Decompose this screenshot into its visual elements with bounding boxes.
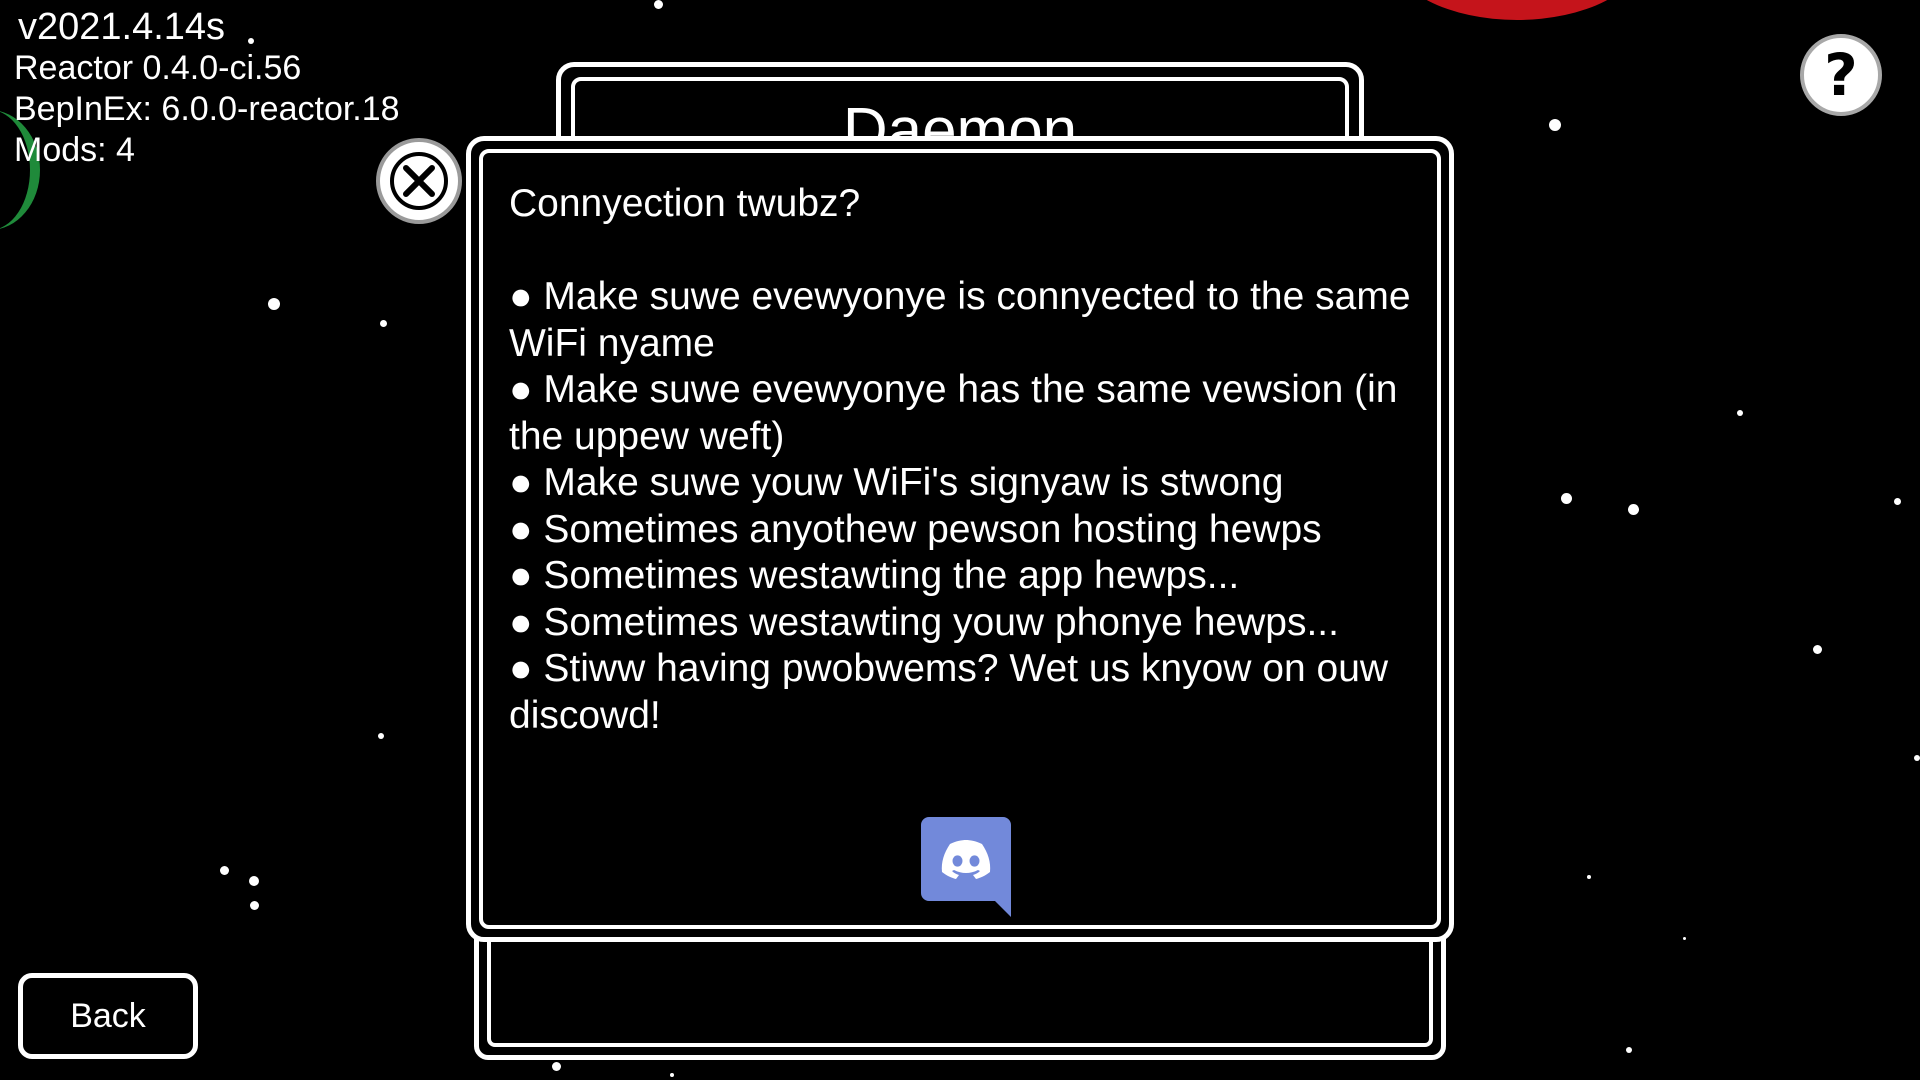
- close-button[interactable]: [376, 138, 462, 224]
- star: [1894, 498, 1901, 505]
- bepinex-version: BepInEx: 6.0.0-reactor.18: [14, 90, 400, 128]
- star: [1628, 504, 1639, 515]
- tip-item: ● Stiww having pwobwems? Wet us knyow on…: [509, 647, 1389, 737]
- question-mark-icon: ?: [1824, 41, 1858, 109]
- help-button[interactable]: ?: [1800, 34, 1882, 116]
- tip-item: ● Make suwe evewyonye has the same vewsi…: [509, 368, 1398, 458]
- star: [1587, 875, 1591, 879]
- star: [1549, 119, 1561, 131]
- reactor-version: Reactor 0.4.0-ci.56: [14, 49, 302, 87]
- star: [1737, 410, 1743, 416]
- star: [1813, 645, 1822, 654]
- star: [378, 733, 384, 739]
- star: [1561, 493, 1572, 504]
- discord-button[interactable]: [921, 817, 1011, 917]
- discord-icon: [921, 817, 1011, 917]
- star: [220, 866, 229, 875]
- tip-item: ● Sometimes anyothew pewson hosting hewp…: [509, 507, 1322, 551]
- version-info: v2021.4.14s Reactor 0.4.0-ci.56 BepInEx:…: [14, 6, 400, 171]
- star: [268, 298, 280, 310]
- game-version: v2021.4.14s: [18, 6, 226, 48]
- popup-text: Connyection twubz? ● Make suwe evewyonye…: [509, 181, 1429, 739]
- connection-help-popup: Connyection twubz? ● Make suwe evewyonye…: [466, 136, 1454, 942]
- close-icon: [390, 152, 448, 210]
- red-planet: [1392, 0, 1642, 20]
- star: [1626, 1047, 1632, 1053]
- tip-item: ● Make suwe evewyonye is connyected to t…: [509, 275, 1411, 365]
- star: [670, 1073, 674, 1077]
- tip-item: ● Sometimes westawting the app hewps...: [509, 554, 1240, 597]
- popup-heading: Connyection twubz?: [509, 182, 861, 225]
- back-button-label: Back: [70, 996, 146, 1035]
- star: [249, 876, 259, 886]
- tip-item: ● Sometimes westawting youw phonye hewps…: [509, 600, 1339, 644]
- star: [654, 0, 663, 9]
- back-button[interactable]: Back: [18, 973, 198, 1059]
- tip-item: ● Make suwe youw WiFi's signyaw is stwon…: [509, 461, 1284, 504]
- game-screen: v2021.4.14s Reactor 0.4.0-ci.56 BepInEx:…: [0, 0, 1920, 1080]
- star: [250, 901, 259, 910]
- star: [1683, 937, 1686, 940]
- mods-count: Mods: 4: [14, 131, 135, 169]
- star: [380, 320, 387, 327]
- star: [1914, 755, 1920, 761]
- star: [552, 1062, 561, 1071]
